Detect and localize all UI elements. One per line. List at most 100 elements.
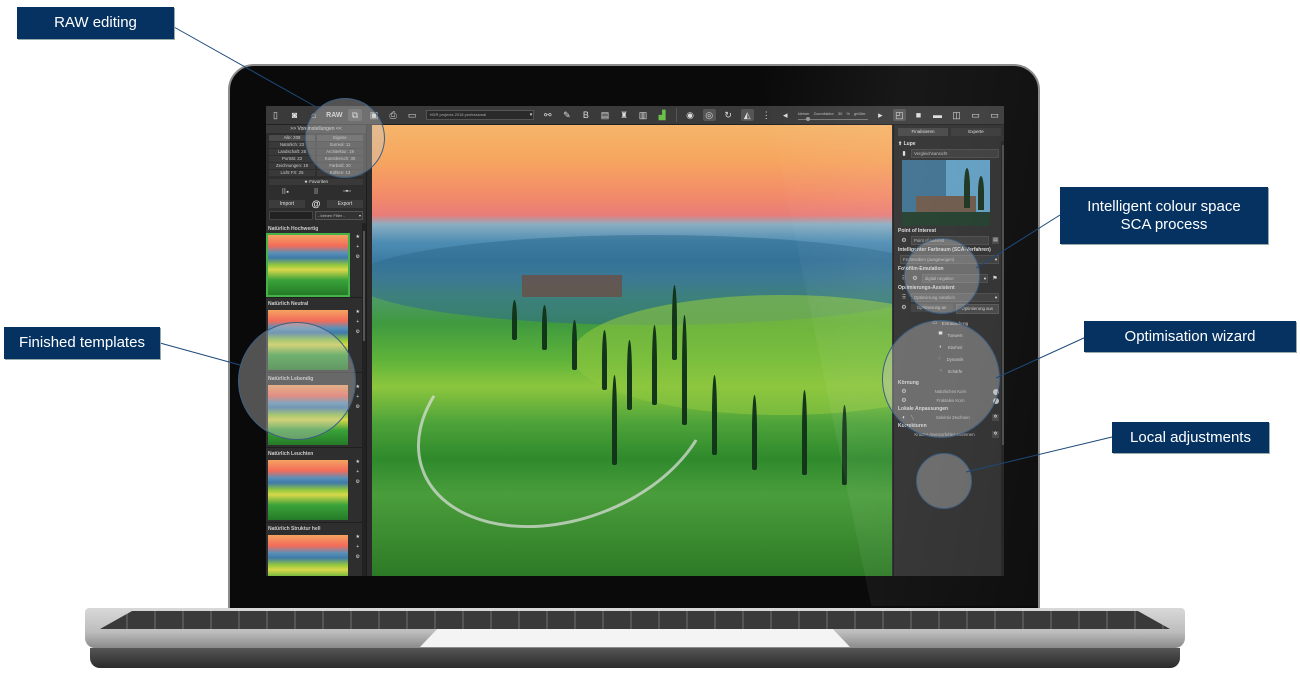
- zoom-out-icon[interactable]: ◂: [779, 109, 792, 121]
- fullscreen-icon[interactable]: ■: [912, 109, 925, 121]
- compare-view-field[interactable]: Vergleichsansicht: [911, 149, 999, 158]
- template-item[interactable]: Natürlich Hochwertig ★ + ⚙: [266, 223, 364, 298]
- category-item[interactable]: Landschaft: 25: [269, 149, 315, 155]
- tab-finalize[interactable]: Finalisieren: [898, 128, 948, 136]
- raw-button[interactable]: RAW: [326, 112, 342, 119]
- compare-view-icon[interactable]: ▮: [900, 150, 908, 157]
- template-thumbnail[interactable]: [268, 535, 348, 576]
- template-item[interactable]: Natürlich Lebendig ★ + ⚙: [266, 373, 364, 448]
- at-icon[interactable]: @: [312, 199, 321, 209]
- dots-icon[interactable]: ⋮: [760, 109, 773, 121]
- info-icon[interactable]: ▭: [988, 109, 1001, 121]
- projects-icon[interactable]: ▭: [406, 109, 419, 121]
- gear-icon[interactable]: ⚙: [356, 554, 360, 560]
- opt-off-button[interactable]: Optimierung aus: [955, 304, 999, 314]
- sca-select[interactable]: Farbmedien (ausgewogen) ▾: [900, 255, 999, 264]
- histogram-icon[interactable]: ▟: [656, 109, 669, 121]
- plus-icon[interactable]: +: [356, 544, 359, 550]
- grain-toggle[interactable]: [993, 397, 999, 404]
- panel-scrollbar[interactable]: [1001, 141, 1004, 576]
- zoom-slider-knob[interactable]: [805, 116, 810, 121]
- template-thumbnail[interactable]: [268, 460, 348, 520]
- plus-icon[interactable]: +: [356, 394, 359, 400]
- wizard-item[interactable]: ⁘ Dynamik: [894, 356, 1004, 362]
- category-item[interactable]: Künstlerisch: 30: [317, 156, 363, 162]
- category-item[interactable]: Natürlich: 23: [269, 142, 315, 148]
- project-select[interactable]: HDR projects 2018 professional ▾: [425, 110, 535, 120]
- film-select[interactable]: digital negative ▾: [922, 274, 988, 283]
- grain-item[interactable]: Fraktales Korn: [911, 398, 990, 403]
- print-icon[interactable]: ⎙: [387, 109, 400, 121]
- film-icon[interactable]: ▤: [598, 109, 611, 121]
- mirror-icon[interactable]: ◭: [740, 109, 754, 121]
- brush-icon[interactable]: ♜: [617, 109, 630, 121]
- local-options-icon[interactable]: ✲: [992, 414, 999, 421]
- new-file-icon[interactable]: ▯: [269, 109, 282, 121]
- grid-save-icon[interactable]: ⠿▪: [281, 188, 289, 196]
- batch-icon[interactable]: ⧉: [348, 109, 362, 121]
- gear-icon[interactable]: ⚙: [356, 329, 360, 335]
- category-item[interactable]: Architektur: 19: [317, 149, 363, 155]
- camera-icon[interactable]: ⌂: [307, 109, 320, 121]
- poi-button[interactable]: Point of Interest: [911, 236, 989, 245]
- wizard-item[interactable]: ▀ Tonwert: [894, 332, 1004, 338]
- share-icon[interactable]: ⚯: [541, 109, 554, 121]
- template-thumbnail[interactable]: [266, 233, 350, 297]
- open-file-icon[interactable]: ◙: [288, 109, 301, 121]
- crop-icon[interactable]: ▥: [637, 109, 650, 121]
- scrollbar-thumb[interactable]: [363, 231, 365, 341]
- category-item[interactable]: Alle: 208: [269, 135, 315, 141]
- gear-icon[interactable]: ⚙: [900, 237, 908, 244]
- rotate-icon[interactable]: ↻: [722, 109, 735, 121]
- opt-select[interactable]: Optimierung natürlich ▾: [911, 293, 999, 302]
- gear-icon[interactable]: ⚙: [900, 397, 908, 404]
- tools-icon[interactable]: ✎: [560, 109, 573, 121]
- gear-icon[interactable]: ⚙: [900, 388, 908, 395]
- grain-toggle[interactable]: [993, 388, 999, 395]
- tab-expert[interactable]: Experte: [951, 128, 1001, 136]
- plus-icon[interactable]: +: [356, 244, 359, 250]
- category-item[interactable]: Surreal: 11: [317, 142, 363, 148]
- template-thumbnail[interactable]: [268, 310, 348, 370]
- panel-side-icon[interactable]: ◫: [950, 109, 963, 121]
- b-icon[interactable]: B: [579, 109, 592, 121]
- plus-icon[interactable]: +: [356, 469, 359, 475]
- corrections-options-icon[interactable]: ✲: [992, 431, 999, 438]
- import-button[interactable]: Import: [269, 200, 305, 208]
- gear-icon[interactable]: ⚙: [900, 304, 908, 314]
- panel-bottom-icon[interactable]: ▬: [931, 109, 944, 121]
- grid-icon[interactable]: ⠿: [900, 275, 908, 282]
- zoom-in-icon[interactable]: ▸: [874, 109, 887, 121]
- template-thumbnail[interactable]: [268, 385, 348, 445]
- star-icon[interactable]: ★: [356, 309, 360, 315]
- scrollbar-thumb[interactable]: [1002, 145, 1004, 445]
- template-scrollbar[interactable]: [362, 223, 366, 576]
- gauge-icon[interactable]: ◎: [702, 109, 716, 121]
- grid-select-icon[interactable]: ⠿: [314, 188, 319, 196]
- template-item[interactable]: Natürlich Neutral ★ + ⚙: [266, 298, 364, 373]
- favorites-button[interactable]: ★ Favoriten: [269, 179, 363, 185]
- grid-icon[interactable]: ⠿: [900, 294, 908, 301]
- photo-canvas[interactable]: [372, 125, 892, 576]
- category-item[interactable]: Kühlen: 13: [317, 170, 363, 176]
- comment-icon[interactable]: ▭: [969, 109, 982, 121]
- corrections-item[interactable]: Kratzer-/Sensorfehler entfernen: [900, 432, 989, 437]
- category-item[interactable]: Licht FX: 25: [269, 170, 315, 176]
- save-icon[interactable]: ▣: [368, 109, 381, 121]
- gear-icon[interactable]: ⚙: [911, 275, 919, 282]
- wizard-item[interactable]: ⁖ Schärfe: [894, 368, 1004, 374]
- wizard-item[interactable]: ◐ Klarheit: [894, 344, 1004, 350]
- opt-on-button[interactable]: Optimierung an: [911, 304, 953, 312]
- gear-icon[interactable]: ⚙: [356, 254, 360, 260]
- category-item[interactable]: Porträt: 23: [269, 156, 315, 162]
- category-item[interactable]: Zeichnungen: 19: [269, 163, 315, 169]
- category-item[interactable]: Farbstil: 20: [317, 163, 363, 169]
- flag-icon[interactable]: ⚑: [991, 275, 999, 282]
- local-item[interactable]: Selektiv Zeichnen: [917, 415, 989, 420]
- eye-icon[interactable]: ◉: [684, 109, 697, 121]
- zoom-value[interactable]: 30: [838, 111, 842, 116]
- template-item[interactable]: Natürlich Leuchten ★ + ⚙: [266, 448, 364, 523]
- zoom-slider[interactable]: [797, 116, 868, 121]
- poi-options-icon[interactable]: ▤: [992, 237, 999, 244]
- search-input[interactable]: [269, 211, 313, 220]
